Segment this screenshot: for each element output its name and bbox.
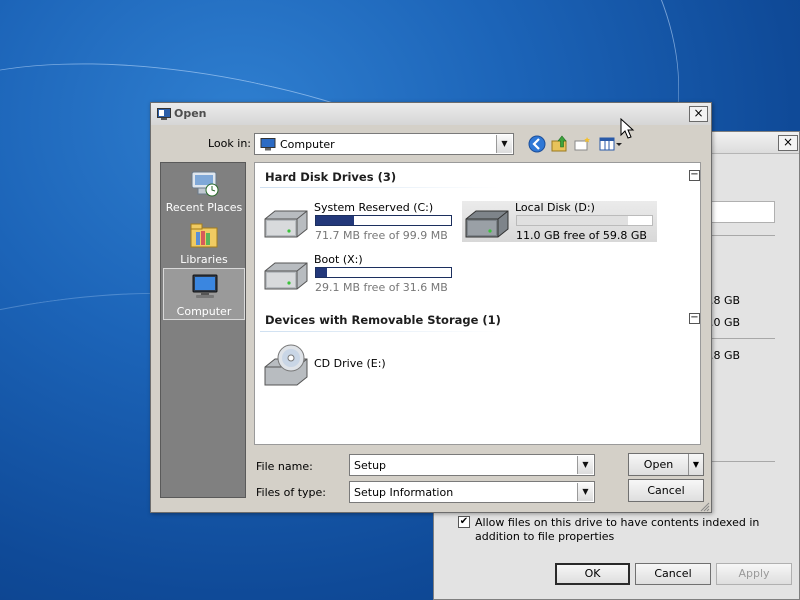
file-name-input[interactable]: Setup ▼ bbox=[349, 454, 595, 476]
drive-free-space: 29.1 MB free of 31.6 MB bbox=[315, 281, 448, 294]
capacity-value: .8 GB bbox=[710, 349, 741, 362]
group-header-hard-disk-drives[interactable]: Hard Disk Drives (3) bbox=[265, 170, 396, 184]
file-list-view[interactable]: Hard Disk Drives (3) − System Reserved (… bbox=[254, 162, 701, 445]
divider bbox=[711, 235, 775, 236]
mouse-cursor-icon bbox=[620, 118, 635, 139]
group-divider bbox=[260, 187, 500, 188]
drive-name: System Reserved (C:) bbox=[314, 201, 434, 214]
drive-usage-bar bbox=[516, 215, 653, 226]
drive-name: Local Disk (D:) bbox=[515, 201, 595, 214]
places-bar: Recent Places Libraries Computer bbox=[160, 162, 246, 498]
new-folder-icon[interactable] bbox=[574, 135, 592, 153]
hard-drive-icon bbox=[264, 262, 308, 290]
chevron-down-icon[interactable]: ▼ bbox=[496, 135, 512, 153]
libraries-icon bbox=[190, 223, 218, 248]
places-item-label: Recent Places bbox=[165, 201, 243, 214]
index-files-label: Allow files on this drive to have conten… bbox=[475, 516, 760, 543]
places-item-label: Libraries bbox=[180, 253, 228, 266]
group-header-removable-storage[interactable]: Devices with Removable Storage (1) bbox=[265, 313, 501, 327]
index-files-checkbox[interactable]: ✔ bbox=[458, 516, 470, 528]
drive-usage-fill bbox=[316, 216, 354, 225]
places-item-recent-places[interactable]: Recent Places bbox=[163, 165, 245, 217]
divider bbox=[711, 338, 775, 339]
back-icon[interactable] bbox=[528, 135, 546, 153]
close-button[interactable]: × bbox=[689, 106, 708, 122]
drive-usage-fill bbox=[316, 268, 327, 277]
up-folder-icon[interactable] bbox=[551, 135, 569, 153]
collapse-icon[interactable]: − bbox=[689, 170, 700, 181]
recent-places-icon bbox=[191, 171, 219, 197]
chevron-down-icon[interactable]: ▼ bbox=[577, 483, 593, 501]
look-in-dropdown[interactable]: Computer ▼ bbox=[254, 133, 514, 155]
look-in-label: Look in: bbox=[208, 137, 251, 150]
drive-item-local-disk[interactable]: Local Disk (D:) 11.0 GB free of 59.8 GB bbox=[462, 201, 657, 242]
drive-item-system-reserved[interactable]: System Reserved (C:) 71.7 MB free of 99.… bbox=[261, 201, 461, 245]
cancel-button[interactable]: Cancel bbox=[628, 479, 704, 502]
file-name-label: File name: bbox=[256, 460, 313, 473]
resize-grip-icon[interactable] bbox=[699, 501, 710, 512]
look-in-value: Computer bbox=[280, 138, 335, 151]
file-name-value: Setup bbox=[354, 459, 387, 472]
dialog-title: Open bbox=[174, 107, 207, 120]
drive-name: Boot (X:) bbox=[314, 253, 363, 266]
open-button-label: Open bbox=[643, 458, 674, 471]
drive-item-boot[interactable]: Boot (X:) 29.1 MB free of 31.6 MB bbox=[261, 253, 461, 297]
computer-icon bbox=[260, 138, 276, 151]
open-dialog: Open × Look in: Computer ▼ Recent Places… bbox=[150, 102, 712, 513]
drive-free-space: 71.7 MB free of 99.9 MB bbox=[315, 229, 448, 242]
collapse-icon[interactable]: − bbox=[689, 313, 700, 324]
files-of-type-label: Files of type: bbox=[256, 486, 327, 499]
properties-name-field[interactable] bbox=[709, 201, 775, 223]
apply-button[interactable]: Apply bbox=[716, 563, 792, 585]
free-space-value: .0 GB bbox=[710, 316, 741, 329]
files-of-type-dropdown[interactable]: Setup Information ▼ bbox=[349, 481, 595, 503]
computer-icon bbox=[192, 274, 218, 298]
drive-usage-fill bbox=[517, 216, 628, 225]
hard-drive-icon bbox=[264, 210, 308, 238]
divider bbox=[711, 461, 775, 462]
drive-name: CD Drive (E:) bbox=[314, 357, 386, 370]
drive-free-space: 11.0 GB free of 59.8 GB bbox=[516, 229, 647, 242]
open-button[interactable]: Open ▼ bbox=[628, 453, 704, 476]
drive-item-cd-drive[interactable]: CD Drive (E:) bbox=[261, 341, 421, 391]
properties-cancel-button[interactable]: Cancel bbox=[635, 563, 711, 585]
cd-drive-icon bbox=[264, 344, 308, 386]
group-divider bbox=[260, 331, 500, 332]
ok-button[interactable]: OK bbox=[555, 563, 630, 585]
hard-drive-icon bbox=[465, 210, 509, 238]
drive-usage-bar bbox=[315, 267, 452, 278]
places-item-label: Computer bbox=[176, 305, 232, 318]
places-item-libraries[interactable]: Libraries bbox=[163, 217, 245, 269]
chevron-down-icon[interactable]: ▼ bbox=[688, 454, 703, 475]
files-of-type-value: Setup Information bbox=[354, 486, 454, 499]
places-item-computer[interactable]: Computer bbox=[163, 268, 245, 320]
used-space-value: .8 GB bbox=[710, 294, 741, 307]
open-dialog-icon bbox=[157, 108, 171, 120]
chevron-down-icon[interactable]: ▼ bbox=[577, 456, 593, 474]
drive-usage-bar bbox=[315, 215, 452, 226]
properties-close-button[interactable]: × bbox=[778, 135, 798, 151]
